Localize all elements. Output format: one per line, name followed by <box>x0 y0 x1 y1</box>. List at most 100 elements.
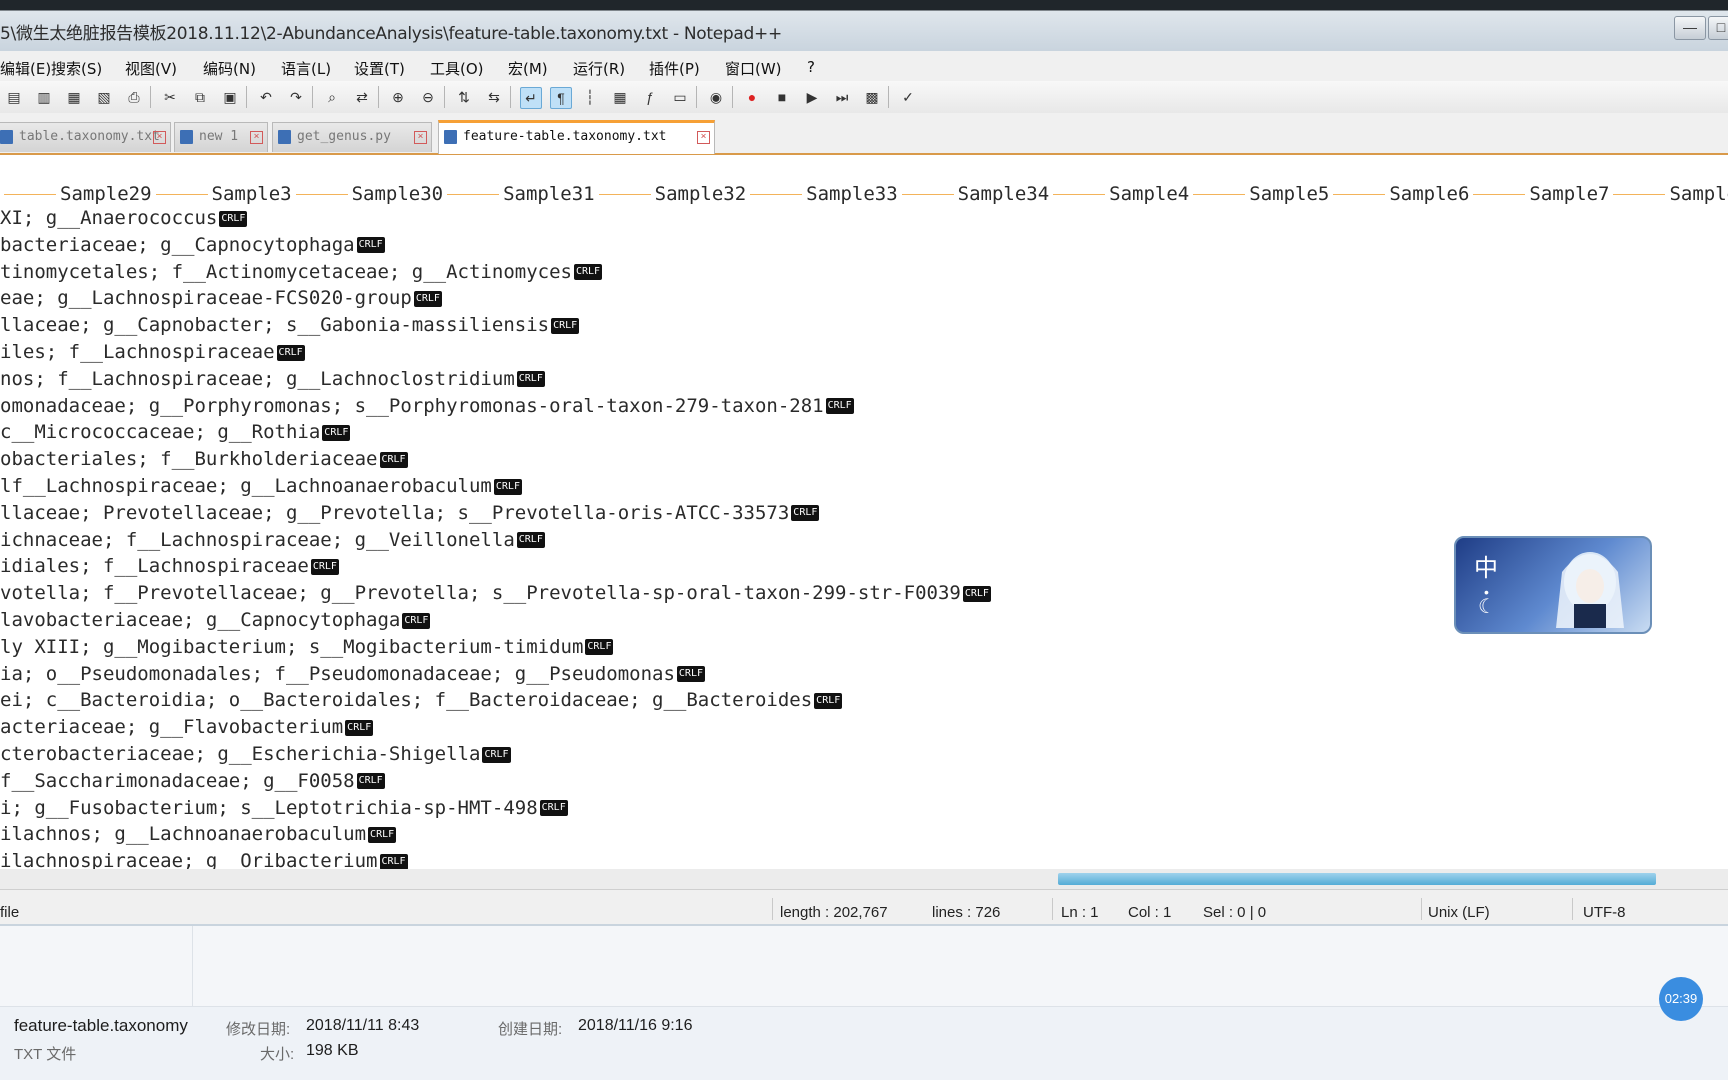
cut-icon[interactable]: ✂ <box>160 87 180 107</box>
menu-settings[interactable]: 设置(T) <box>354 58 405 79</box>
word-wrap-icon[interactable]: ↵ <box>520 87 542 109</box>
open-file-icon[interactable]: ▥ <box>34 87 54 107</box>
new-file-icon[interactable]: ▤ <box>4 87 24 107</box>
eol-marker: CRLF <box>573 264 603 281</box>
text-line: obacteriales; f__Burkholderiaceae CRLF <box>0 446 408 472</box>
record-macro-icon[interactable]: ● <box>742 87 762 107</box>
save-icon[interactable]: ▦ <box>64 87 84 107</box>
line-text: i; g__Fusobacterium; s__Leptotrichia-sp-… <box>0 796 538 819</box>
minimize-icon[interactable]: — <box>1674 16 1706 40</box>
header-column: Sample31 <box>503 183 595 205</box>
text-line: ia; o__Pseudomonadales; f__Pseudomonadac… <box>0 661 705 687</box>
header-column: Sample3 <box>211 183 292 205</box>
close-icon[interactable]: × <box>697 131 710 144</box>
sync-horizontal-icon[interactable]: ⇆ <box>484 87 504 107</box>
tab-arrow <box>155 194 208 195</box>
eol-marker: CRLF <box>368 826 397 843</box>
eol-marker: CRLF <box>482 746 511 763</box>
text-line: omonadaceae; g__Porphyromonas; s__Porphy… <box>0 393 854 419</box>
eol-marker: CRLF <box>310 558 339 575</box>
status-divider <box>772 898 773 920</box>
header-column: Sample6 <box>1389 183 1470 205</box>
monitor-icon[interactable]: ◉ <box>706 87 726 107</box>
eol-marker: CRLF <box>276 344 305 361</box>
text-line: lf__Lachnospiraceae; g__Lachnoanaerobacu… <box>0 473 522 499</box>
paste-icon[interactable]: ▣ <box>220 87 240 107</box>
menu-window[interactable]: 窗口(W) <box>725 58 782 79</box>
playback-icon[interactable]: ▶ <box>802 87 822 107</box>
toolbar-separator <box>378 86 379 108</box>
created-label: 创建日期: <box>498 1021 563 1038</box>
eol-marker: CRLF <box>814 692 843 709</box>
tab-arrow <box>750 194 803 195</box>
menu-help[interactable]: ? <box>807 58 815 76</box>
scrollbar-thumb[interactable] <box>1058 873 1656 885</box>
header-column: Sample7 <box>1529 183 1610 205</box>
editor-area[interactable]: Sample29 Sample3 Sample30 Sample31 Sample32 S… <box>0 155 1728 869</box>
print-icon[interactable]: ⎙ <box>124 87 144 107</box>
ime-status-widget[interactable]: 中 • ☾ <box>1454 536 1652 634</box>
redo-icon[interactable]: ↷ <box>286 87 306 107</box>
line-text: bacteriaceae; g__Capnocytophaga <box>0 233 355 256</box>
spellcheck-icon[interactable]: ✓ <box>898 87 918 107</box>
menu-tools[interactable]: 工具(O) <box>430 58 484 79</box>
close-icon[interactable]: × <box>414 131 427 144</box>
line-text: ilachnos; g__Lachnoanaerobaculum <box>0 823 367 846</box>
tab-bar: table.taxonomy.txt × new 1 × get_genus.p… <box>0 113 1728 155</box>
tab-get-genus[interactable]: get_genus.py × <box>272 122 432 152</box>
horizontal-scrollbar[interactable] <box>0 869 1728 889</box>
menu-search[interactable]: 搜索(S) <box>51 58 102 79</box>
tab-new-1[interactable]: new 1 × <box>174 122 268 152</box>
save-all-icon[interactable]: ▧ <box>94 87 114 107</box>
close-icon[interactable]: × <box>153 131 166 144</box>
header-column: Sample5 <box>1249 183 1330 205</box>
tab-table-taxonomy[interactable]: table.taxonomy.txt × <box>0 122 171 152</box>
menu-language[interactable]: 语言(L) <box>281 58 331 79</box>
recording-timer-badge: 02:39 <box>1659 977 1703 1021</box>
menu-macro[interactable]: 宏(M) <box>508 58 548 79</box>
stop-record-icon[interactable]: ■ <box>772 87 792 107</box>
menu-view[interactable]: 视图(V) <box>125 58 177 79</box>
tab-feature-table-taxonomy[interactable]: feature-table.taxonomy.txt × <box>438 120 715 154</box>
zoom-out-icon[interactable]: ⊖ <box>418 87 438 107</box>
maximize-icon[interactable]: □ <box>1708 16 1728 40</box>
ime-skin-image <box>1556 552 1624 628</box>
line-text: eae; g__Lachnospiraceae-FCS020-group <box>0 287 412 310</box>
text-line: ilachnospiraceae; g__Oribacterium CRLF <box>0 848 408 869</box>
text-line: cterobacteriaceae; g__Escherichia-Shigel… <box>0 741 511 767</box>
ime-language-indicator[interactable]: 中 <box>1474 548 1498 583</box>
eol-marker: CRLF <box>219 210 248 227</box>
header-column: Sample32 <box>654 183 747 205</box>
toolbar-separator <box>246 86 247 108</box>
function-list-icon[interactable]: ƒ <box>640 87 660 107</box>
zoom-in-icon[interactable]: ⊕ <box>388 87 408 107</box>
doc-map-icon[interactable]: ▦ <box>610 87 630 107</box>
copy-icon[interactable]: ⧉ <box>190 87 210 107</box>
toolbar-separator <box>444 86 445 108</box>
replace-icon[interactable]: ⇄ <box>352 87 372 107</box>
size-value: 198 KB <box>306 1042 359 1059</box>
line-text: llaceae; g__Capnobacter; s__Gabonia-mass… <box>0 314 550 337</box>
close-icon[interactable]: × <box>250 131 263 144</box>
show-all-chars-icon[interactable]: ¶ <box>550 87 572 109</box>
folder-workspace-icon[interactable]: ▭ <box>670 87 690 107</box>
save-macro-icon[interactable]: ▩ <box>862 87 882 107</box>
eol-marker: CRLF <box>551 317 580 334</box>
find-icon[interactable]: ⌕ <box>322 87 342 107</box>
run-macro-multiple-icon[interactable]: ⏭ <box>832 87 852 107</box>
text-line: lavobacteriaceae; g__Capnocytophaga CRLF <box>0 607 431 633</box>
indent-guide-icon[interactable]: ┆ <box>580 87 600 107</box>
text-line: llaceae; g__Capnobacter; s__Gabonia-mass… <box>0 312 580 338</box>
status-file-type: file <box>0 904 20 921</box>
menu-plugins[interactable]: 插件(P) <box>649 58 700 79</box>
menu-edit[interactable]: 编辑(E) <box>0 58 51 79</box>
undo-icon[interactable]: ↶ <box>256 87 276 107</box>
menu-run[interactable]: 运行(R) <box>573 58 625 79</box>
status-length: length : 202,767 <box>780 904 888 921</box>
sync-vertical-icon[interactable]: ⇅ <box>454 87 474 107</box>
line-text: ei; c__Bacteroidia; o__Bacteroidales; f_… <box>0 689 813 712</box>
text-line: tinomycetales; f__Actinomycetaceae; g__A… <box>0 259 603 285</box>
menu-encoding[interactable]: 编码(N) <box>203 58 256 79</box>
file-icon <box>278 130 291 144</box>
explorer-divider <box>192 926 193 1006</box>
